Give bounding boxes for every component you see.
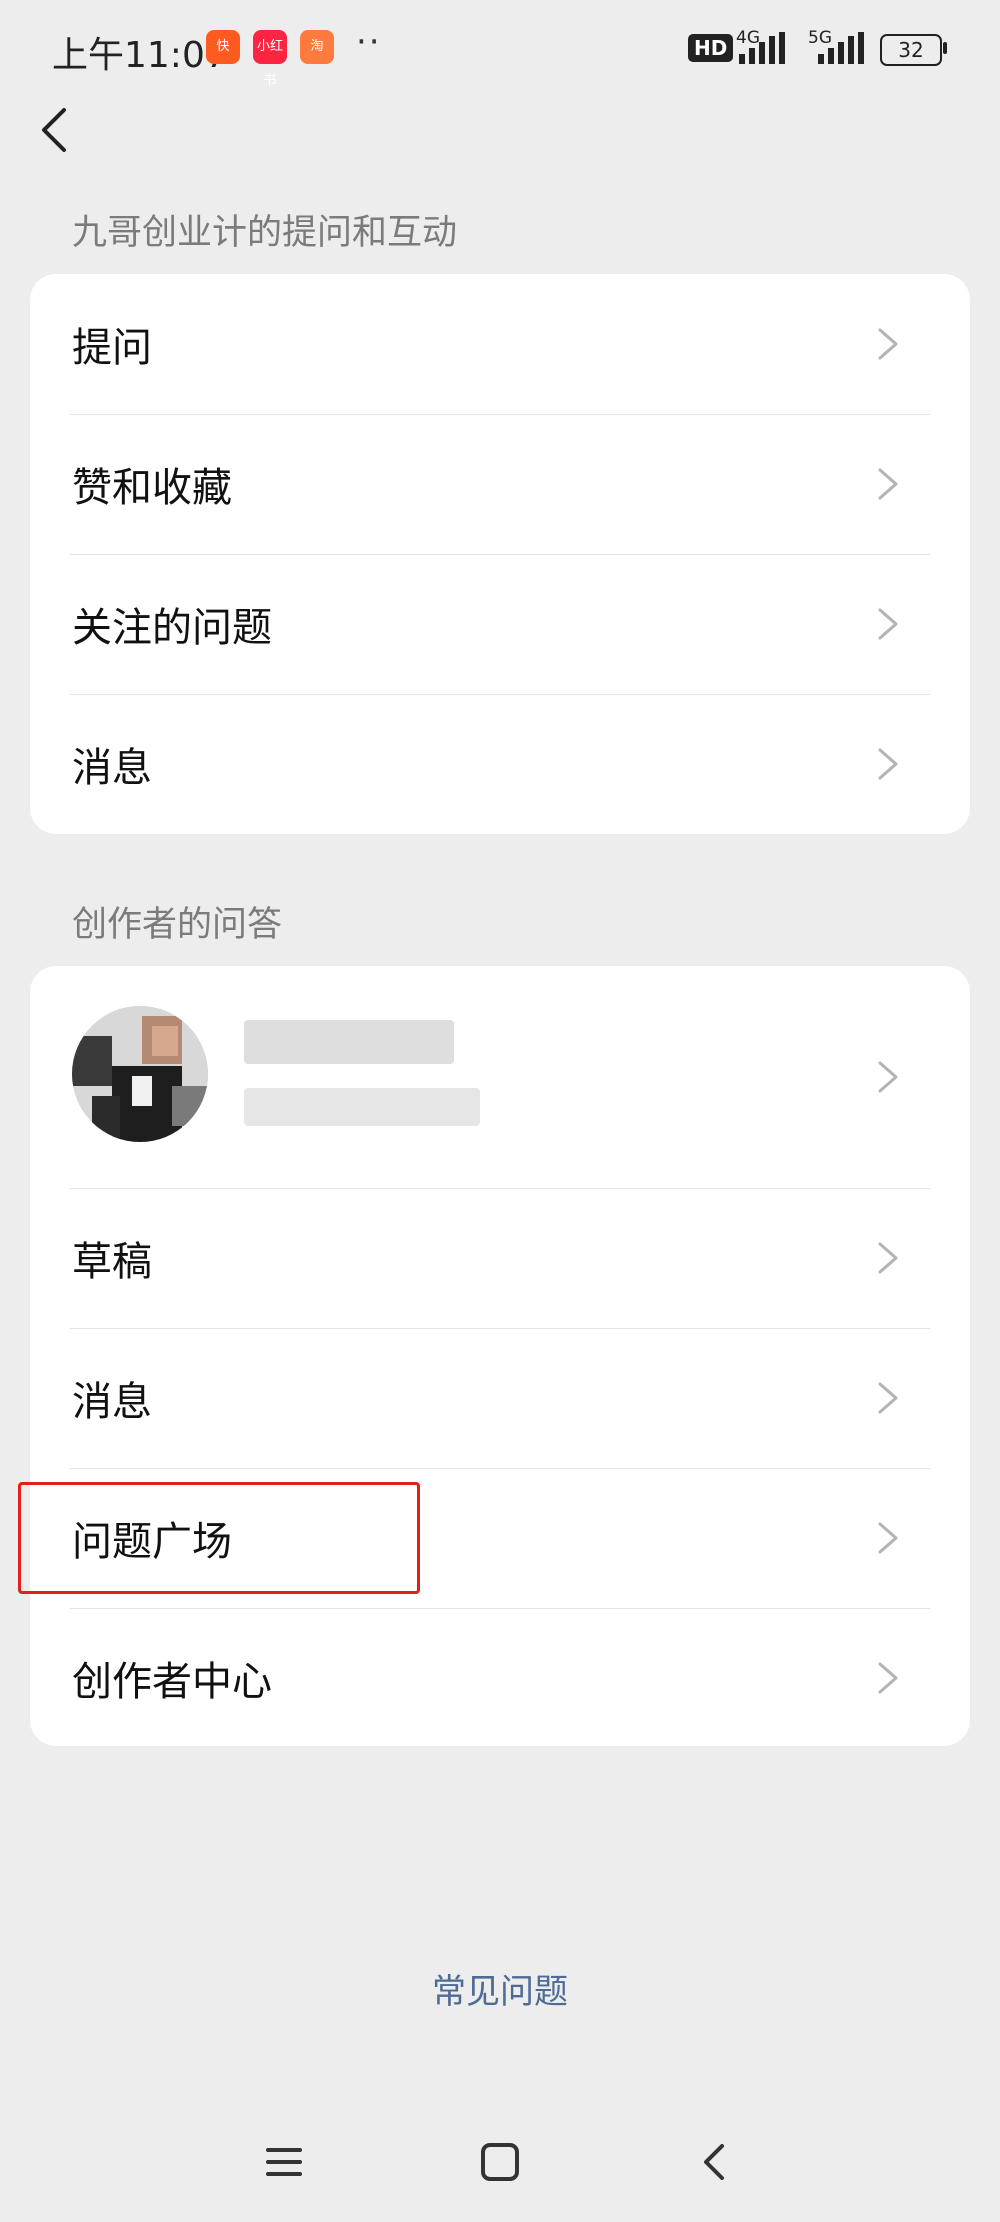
- battery-icon: 32: [880, 34, 942, 66]
- chevron-right-icon: [878, 1522, 898, 1554]
- menu-item-label: 创作者中心: [72, 1659, 272, 1705]
- avatar: [72, 1006, 208, 1142]
- chevron-right-icon: [878, 748, 898, 780]
- menu-icon[interactable]: [262, 2140, 306, 2184]
- chevron-right-icon: [878, 328, 898, 360]
- chevron-right-icon: [878, 1242, 898, 1274]
- section-title-interactions: 九哥创业计的提问和互动: [72, 213, 458, 253]
- menu-item-creator-messages[interactable]: 消息: [40, 1328, 900, 1468]
- menu-item-label: 消息: [72, 745, 152, 791]
- menu-item-ask[interactable]: 提问: [40, 274, 900, 414]
- home-icon[interactable]: [478, 2140, 522, 2184]
- back-nav-icon[interactable]: [694, 2140, 738, 2184]
- menu-item-label: 消息: [72, 1379, 152, 1425]
- chevron-right-icon: [878, 1061, 898, 1093]
- menu-item-drafts[interactable]: 草稿: [40, 1188, 900, 1328]
- battery-cap: [943, 42, 947, 54]
- blurred-user-info: [244, 1088, 480, 1126]
- menu-item-likes-favorites[interactable]: 赞和收藏: [40, 414, 900, 554]
- xiaohongshu-app-icon: 小红书: [253, 30, 287, 88]
- system-nav-bar: [0, 2110, 1000, 2210]
- taobao-app-icon: 淘: [300, 30, 334, 64]
- signal-icon: [739, 32, 785, 64]
- chevron-right-icon: [878, 1662, 898, 1694]
- menu-item-label: 提问: [72, 325, 152, 371]
- signal-icon: [818, 32, 864, 64]
- avatar-image: [72, 1006, 208, 1142]
- menu-item-label: 草稿: [72, 1239, 152, 1285]
- hd-badge: HD: [688, 34, 734, 62]
- blurred-username: [244, 1020, 454, 1064]
- status-time: 上午11:07: [52, 35, 228, 76]
- status-bar: 上午11:07 快 小红书 淘 ·· HD 4G 5G 32: [0, 0, 1000, 96]
- menu-item-label: 赞和收藏: [72, 465, 232, 511]
- section-title-creator: 创作者的问答: [72, 905, 283, 945]
- highlight-box: [18, 1482, 420, 1594]
- more-notifications-icon: ··: [356, 22, 382, 62]
- menu-item-messages[interactable]: 消息: [40, 694, 900, 834]
- menu-item-label: 关注的问题: [72, 605, 272, 651]
- chevron-right-icon: [878, 1382, 898, 1414]
- faq-link[interactable]: 常见问题: [0, 1964, 1000, 2013]
- menu-item-followed-questions[interactable]: 关注的问题: [40, 554, 900, 694]
- kuaishou-app-icon: 快: [206, 30, 240, 64]
- chevron-right-icon: [878, 608, 898, 640]
- menu-item-creator-center[interactable]: 创作者中心: [40, 1608, 900, 1748]
- back-button[interactable]: [36, 100, 76, 160]
- chevron-right-icon: [878, 468, 898, 500]
